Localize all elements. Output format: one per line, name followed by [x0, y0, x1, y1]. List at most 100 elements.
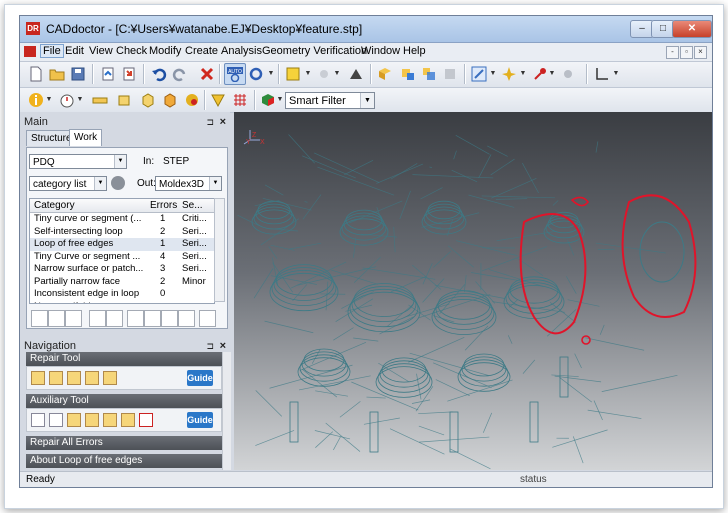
menu-file[interactable]: File [40, 44, 64, 58]
auxiliary-guide-button[interactable]: Guide [187, 412, 213, 428]
menu-view[interactable]: View [87, 45, 115, 57]
measure-icon[interactable] [469, 64, 489, 84]
menu-edit[interactable]: Edit [63, 45, 86, 57]
arrow-left-icon[interactable] [127, 310, 144, 327]
smart-filter-select[interactable]: Smart Filter ▼ [285, 92, 375, 109]
open-folder-icon[interactable] [47, 64, 67, 84]
highlight-icon[interactable] [48, 310, 65, 327]
menu-help[interactable]: Help [401, 45, 428, 57]
split-curve-icon[interactable] [85, 413, 99, 427]
part-icon[interactable] [440, 64, 460, 84]
repair-fill-icon[interactable] [103, 371, 117, 385]
close-pane-icon[interactable]: × [220, 114, 226, 130]
chevron-down-icon[interactable]: ▼ [76, 90, 84, 110]
split-icon[interactable] [398, 64, 418, 84]
error-category-table[interactable]: Category Errors Se... Tiny curve or segm… [29, 198, 215, 304]
pin-icon[interactable]: ⊐ [206, 114, 214, 130]
arc-icon[interactable] [31, 413, 45, 427]
axis-view-icon[interactable] [592, 64, 612, 84]
new-file-icon[interactable] [26, 64, 46, 84]
zoom-target-icon[interactable] [144, 310, 161, 327]
repair-stitch-icon[interactable] [85, 371, 99, 385]
point-icon[interactable] [67, 413, 81, 427]
ruler-icon[interactable] [90, 90, 110, 110]
info-icon[interactable] [26, 90, 46, 110]
model-viewport[interactable]: Z Y X [234, 112, 712, 470]
book-icon[interactable] [103, 413, 117, 427]
repair-face-icon[interactable] [31, 371, 45, 385]
repair-edge-icon[interactable] [49, 371, 63, 385]
category-list-select[interactable]: category list ▼ [29, 176, 107, 191]
chevron-down-icon[interactable]: ▼ [519, 64, 527, 84]
close-button[interactable]: ✕ [672, 20, 712, 38]
chevron-down-icon[interactable]: ▼ [489, 64, 497, 84]
table-row[interactable]: Inconsistent edge in loop 0 [30, 288, 214, 301]
light-icon[interactable] [314, 64, 334, 84]
api-icon[interactable] [346, 64, 366, 84]
line-icon[interactable] [49, 413, 63, 427]
sort-icon[interactable] [65, 310, 82, 327]
delete-icon[interactable] [197, 64, 217, 84]
pdq-select[interactable]: PDQ ▼ [29, 154, 127, 169]
chevron-down-icon[interactable]: ▼ [612, 64, 620, 84]
menu-window[interactable]: Window [359, 45, 402, 57]
open-in-view-icon[interactable] [178, 310, 195, 327]
mdi-restore-button[interactable]: ▫ [680, 46, 693, 59]
orientation-icon[interactable] [499, 64, 519, 84]
table-row[interactable]: Tiny curve or segment (... 1 Criti... [30, 213, 214, 226]
mesh-icon[interactable] [230, 90, 250, 110]
box-front-icon[interactable] [138, 90, 158, 110]
column-header-category[interactable]: Category [34, 200, 75, 211]
find-icon[interactable] [31, 310, 48, 327]
save-icon[interactable] [68, 64, 88, 84]
chevron-down-icon[interactable]: ▼ [267, 64, 275, 84]
chevron-down-icon[interactable]: ▼ [548, 64, 556, 84]
doc-logo-icon[interactable] [24, 46, 36, 57]
export-icon[interactable] [119, 64, 139, 84]
nav-section-repair-all-errors[interactable]: Repair All Errors [26, 436, 222, 450]
column-header-severity[interactable]: Se... [182, 200, 203, 211]
pin-icon[interactable] [530, 64, 550, 84]
menu-create[interactable]: Create [183, 45, 220, 57]
timer-icon[interactable] [57, 90, 77, 110]
chevron-down-icon[interactable]: ▼ [45, 90, 53, 110]
table-row[interactable]: Narrow surface or patch... 3 Seri... [30, 263, 214, 276]
menu-analysis[interactable]: Analysis [219, 45, 264, 57]
box-iso-icon[interactable] [160, 90, 180, 110]
table-row[interactable]: Self-intersecting loop 2 Seri... [30, 226, 214, 239]
menu-geometry-verification[interactable]: Geometry Verification [260, 45, 369, 57]
chevron-down-icon[interactable]: ▼ [276, 90, 284, 110]
settings-gear-icon[interactable] [111, 176, 125, 190]
fix-icon[interactable] [89, 310, 106, 327]
menu-modify[interactable]: Modify [147, 45, 183, 57]
navigation-scrollbar[interactable] [222, 352, 231, 470]
face-select-icon[interactable] [208, 90, 228, 110]
auto-heal-button[interactable]: AUTO [224, 63, 246, 85]
mdi-minimize-button[interactable]: - [666, 46, 679, 59]
repair-vertex-icon[interactable] [67, 371, 81, 385]
tab-work[interactable]: Work [69, 129, 103, 146]
shade-mode-icon[interactable] [283, 64, 303, 84]
import-icon[interactable] [98, 64, 118, 84]
arrow-right-icon[interactable] [161, 310, 178, 327]
merge-icon[interactable] [419, 64, 439, 84]
color-part-icon[interactable] [182, 90, 202, 110]
box-view-icon[interactable] [114, 90, 134, 110]
table-row[interactable]: Tiny Curve or segment ... 4 Seri... [30, 251, 214, 264]
hammer-icon[interactable] [121, 413, 135, 427]
nav-section-auxiliary-tool[interactable]: Auxiliary Tool [26, 394, 222, 408]
faces-icon[interactable] [375, 64, 395, 84]
select-all-icon[interactable] [106, 310, 123, 327]
mdi-close-button[interactable]: × [694, 46, 707, 59]
clear-marks-icon[interactable] [558, 64, 578, 84]
undo-icon[interactable] [149, 64, 169, 84]
table-row[interactable]: Partially narrow face 2 Minor [30, 276, 214, 289]
menu-check[interactable]: Check [114, 45, 149, 57]
nav-section-repair-tool[interactable]: Repair Tool [26, 352, 222, 366]
rotate-icon[interactable] [246, 64, 266, 84]
color-cube-icon[interactable] [258, 90, 278, 110]
table-scrollbar[interactable] [214, 198, 225, 302]
chevron-down-icon[interactable]: ▼ [304, 64, 312, 84]
chevron-down-icon[interactable]: ▼ [333, 64, 341, 84]
remove-icon[interactable] [139, 413, 153, 427]
